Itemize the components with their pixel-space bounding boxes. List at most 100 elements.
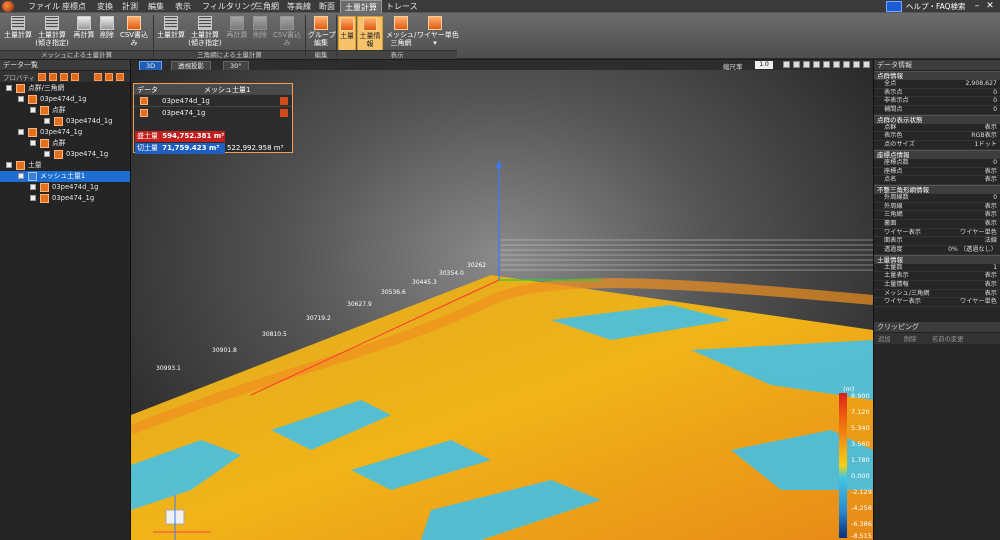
checkbox[interactable] (6, 162, 12, 168)
view-3d-tab[interactable]: 3D (139, 61, 163, 70)
group-edit-button[interactable]: グループ 編集 (308, 16, 336, 52)
swap-icon[interactable] (280, 97, 288, 105)
menu-contour[interactable]: 等高線 (283, 0, 315, 13)
color-icon[interactable] (60, 73, 68, 81)
zoom-out-icon[interactable] (793, 61, 800, 68)
wire-color-dropdown[interactable]: ワイヤー単色 ▾ (417, 16, 459, 52)
mesh-recalc-button[interactable]: 再計算 (72, 16, 96, 52)
tin-volume-button[interactable]: 土量計算 (157, 16, 185, 52)
3d-viewport[interactable]: 3D 透視投影 30° 縮尺率 1.0 30262 30354.0 30445.… (131, 60, 873, 540)
data-info-title: データ情報 (874, 60, 1000, 71)
tin-delete-button[interactable]: 削除 (250, 16, 270, 52)
side-view-icon[interactable] (843, 61, 850, 68)
perspective-tab[interactable]: 透視投影 (171, 61, 211, 70)
menu-trace[interactable]: トレース (382, 0, 422, 13)
axis-tick-label: 30719.2 (306, 315, 331, 322)
info-row: ワイヤー表示 ワイヤー単色 (874, 229, 1000, 238)
cut-volume-value: 71,759.423 m³ (162, 144, 220, 152)
tin-recalc-button[interactable]: 再計算 (225, 16, 249, 52)
search-icon[interactable] (886, 1, 902, 12)
checkbox[interactable] (44, 151, 50, 157)
export-icon[interactable] (116, 73, 124, 81)
menu-section[interactable]: 断面 (315, 0, 339, 13)
mesh-delete-button[interactable]: 削除 (97, 16, 117, 52)
folder-icon[interactable] (38, 73, 46, 81)
clip-rename-button[interactable]: 名前の変更 (932, 334, 963, 343)
mesh-volume-slope-button[interactable]: 土量計算 (傾き指定) (34, 16, 70, 52)
top-view-icon[interactable] (833, 61, 840, 68)
tree-item[interactable]: 点群 (0, 138, 130, 149)
checkbox[interactable] (44, 118, 50, 124)
zoom-in-icon[interactable] (783, 61, 790, 68)
checkbox[interactable] (6, 85, 12, 91)
checkbox[interactable] (30, 107, 36, 113)
info-key: 土量表示 (884, 272, 909, 280)
info-row: 点のサイズ 1ドット (874, 141, 1000, 150)
clip-delete-button[interactable]: 削除 (904, 334, 917, 343)
info-section-header[interactable]: 点群の表示状態 (874, 114, 1000, 124)
tin-csv-button[interactable]: CSV書込み (271, 16, 303, 52)
tree-item[interactable]: 03pe474_1g (0, 149, 130, 160)
info-section-header[interactable]: 土量情報 (874, 254, 1000, 264)
menu-volume[interactable]: 土量計算 (340, 0, 382, 13)
tree-item[interactable]: 03pe474d_1g (0, 182, 130, 193)
info-section-header[interactable]: 不整三角形網情報 (874, 184, 1000, 194)
add-icon[interactable] (94, 73, 102, 81)
checkbox[interactable] (18, 129, 24, 135)
cut-volume-row: 切土量 71,759.423 m³ (135, 143, 225, 154)
info-row-fill-data: 03pe474d_1g (134, 94, 292, 106)
contour-lines (501, 239, 873, 271)
info-section-header[interactable]: 座標点情報 (874, 149, 1000, 159)
angle-tab[interactable]: 30° (223, 61, 249, 70)
checkbox[interactable] (30, 195, 36, 201)
menu-edit[interactable]: 編集 (144, 0, 168, 13)
tree-item[interactable]: 点群/三角網 (0, 83, 130, 94)
clip-add-button[interactable]: 追加 (878, 334, 891, 343)
folder-icon (40, 106, 49, 115)
fit-icon[interactable] (823, 61, 830, 68)
edit-icon[interactable] (49, 73, 57, 81)
menu-transform[interactable]: 変換 (93, 0, 117, 13)
settings-icon[interactable] (863, 61, 870, 68)
rotate-icon[interactable] (813, 61, 820, 68)
checkbox[interactable] (18, 96, 24, 102)
menu-view[interactable]: 表示 (171, 0, 195, 13)
menu-points[interactable]: 座標点 (58, 0, 90, 13)
info-icon (363, 17, 377, 31)
checkbox[interactable] (30, 184, 36, 190)
delete-icon[interactable] (71, 73, 79, 81)
mesh-tin-button[interactable]: メッシュ/ 三角網 (386, 16, 416, 52)
volume-info-toggle-button[interactable]: 土量情報 (357, 16, 383, 52)
tree-item[interactable]: 03pe474d_1g (0, 116, 130, 127)
point-cloud-scene[interactable]: 30262 30354.0 30445.3 30536.6 30627.9 30… (131, 70, 873, 540)
mesh-volume-button[interactable]: 土量計算 (4, 16, 32, 52)
info-row: 表示色 RGB表示 (874, 132, 1000, 142)
info-row: 裏面 表示 (874, 220, 1000, 229)
info-row: 土量情報 表示 (874, 281, 1000, 290)
zoom-input[interactable]: 1.0 (755, 61, 773, 69)
volume-toggle-button[interactable]: 土量 (338, 16, 356, 52)
checkbox[interactable] (30, 140, 36, 146)
menu-tin[interactable]: 三角網 (251, 0, 283, 13)
mesh-csv-button[interactable]: CSV書込み (118, 16, 150, 52)
tree-item[interactable]: メッシュ土量1 (0, 171, 130, 182)
home-icon[interactable] (853, 61, 860, 68)
tree-item[interactable]: 03pe474_1g (0, 127, 130, 138)
axis-tick-label: 30262 (467, 262, 487, 269)
checkbox[interactable] (18, 173, 24, 179)
menu-measure[interactable]: 計測 (118, 0, 142, 13)
swap-icon[interactable] (280, 109, 288, 117)
copy-icon[interactable] (105, 73, 113, 81)
properties-label[interactable]: プロパティ (3, 72, 35, 82)
minimize-icon[interactable]: – (973, 2, 981, 11)
info-section-header[interactable]: 点群情報 (874, 71, 1000, 80)
tree-item[interactable]: 03pe474_1g (0, 193, 130, 204)
close-icon[interactable]: ✕ (986, 2, 994, 11)
pan-icon[interactable] (803, 61, 810, 68)
tree-item[interactable]: 03pe474d_1g (0, 94, 130, 105)
tree-item[interactable]: 土量 (0, 160, 130, 171)
tin-volume-slope-button[interactable]: 土量計算 (傾き指定) (187, 16, 223, 52)
tree-item[interactable]: 点群 (0, 105, 130, 116)
mesh-icon (394, 16, 408, 30)
help-search-label[interactable]: ヘルプ・FAQ検索 (906, 0, 966, 13)
